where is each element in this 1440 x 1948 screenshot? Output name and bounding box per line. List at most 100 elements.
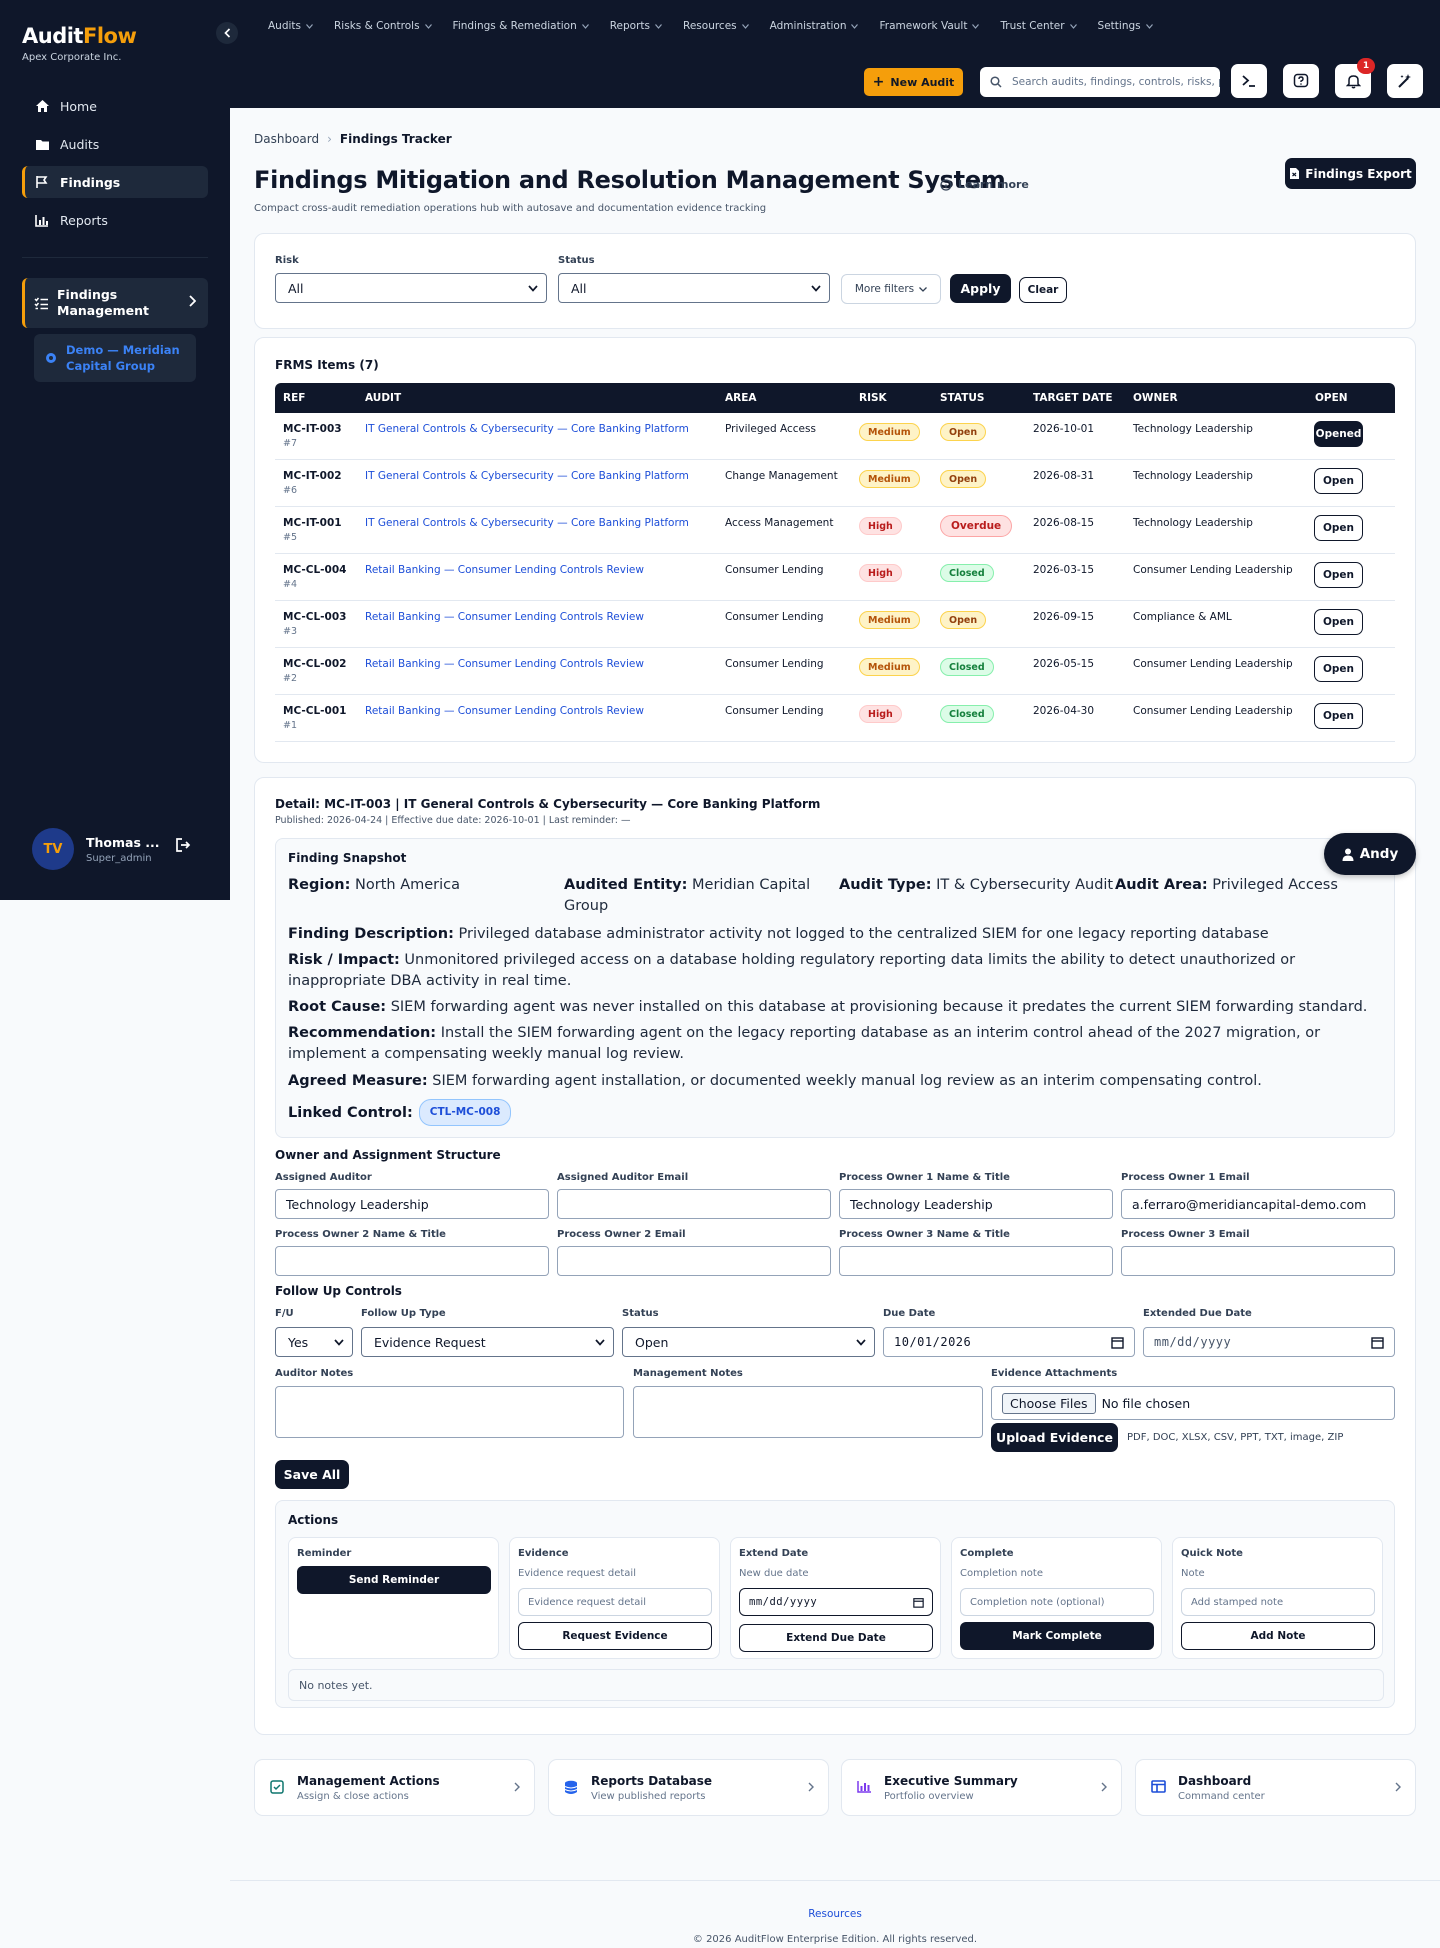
quicklink-management-actions[interactable]: Management Actions Assign & close action… bbox=[254, 1759, 535, 1816]
notifications-button[interactable]: 1 bbox=[1335, 58, 1375, 98]
assigned-auditor-email-field[interactable] bbox=[557, 1189, 831, 1219]
audit-link[interactable]: IT General Controls & Cybersecurity — Co… bbox=[365, 517, 689, 529]
table-row[interactable]: MC-IT-001 #5 IT General Controls & Cybers… bbox=[275, 507, 1395, 554]
sidebar-collapse-button[interactable] bbox=[216, 22, 238, 44]
extended-due-date-input[interactable]: mm/dd/yyyy bbox=[1143, 1327, 1395, 1357]
quicklink-executive-summary[interactable]: Executive Summary Portfolio overview bbox=[841, 1759, 1122, 1816]
apply-button[interactable]: Apply bbox=[950, 274, 1011, 303]
save-all-button[interactable]: Save All bbox=[275, 1460, 349, 1489]
sidebar-item-audits[interactable]: Audits bbox=[22, 128, 208, 160]
process-owner-3-email-field[interactable] bbox=[1121, 1246, 1395, 1276]
learn-more-link[interactable]: Learn more bbox=[940, 178, 1029, 191]
sidebar-item-findings[interactable]: Findings bbox=[22, 166, 208, 198]
process-owner-2-email-field[interactable] bbox=[557, 1246, 831, 1276]
open-row-button[interactable]: Open bbox=[1314, 609, 1363, 635]
audit-link[interactable]: IT General Controls & Cybersecurity — Co… bbox=[365, 423, 689, 435]
client-dot-icon bbox=[46, 353, 56, 363]
menu-risks-controls[interactable]: Risks & Controls bbox=[334, 20, 432, 32]
process-owner-2-name-field[interactable] bbox=[275, 1246, 549, 1276]
plus-icon: + bbox=[872, 74, 885, 90]
sidebar: AuditFlow Apex Corporate Inc. Home Audit… bbox=[0, 0, 230, 900]
open-row-button[interactable]: Open bbox=[1314, 468, 1363, 494]
menu-administration[interactable]: Administration bbox=[770, 20, 859, 32]
process-owner-1-name-field[interactable]: Technology Leadership bbox=[839, 1189, 1113, 1219]
magic-button[interactable] bbox=[1387, 64, 1423, 98]
search-input[interactable]: Search audits, findings, controls, risks… bbox=[980, 67, 1220, 97]
menu-trust-center[interactable]: Trust Center bbox=[1000, 20, 1077, 32]
open-row-button[interactable]: Open bbox=[1314, 656, 1363, 682]
audited-entity-field: Audited Entity: Meridian Capital Group bbox=[564, 877, 811, 914]
evidence-request-input[interactable]: Evidence request detail bbox=[518, 1588, 712, 1616]
page-subtitle: Compact cross-audit remediation operatio… bbox=[254, 203, 767, 214]
new-due-date-input[interactable]: mm/dd/yyyy bbox=[739, 1588, 933, 1616]
menu-findings-remediation[interactable]: Findings & Remediation bbox=[453, 20, 589, 32]
footer-resources-link[interactable]: Resources bbox=[0, 1908, 1440, 1920]
audit-link[interactable]: Retail Banking — Consumer Lending Contro… bbox=[365, 705, 644, 717]
chevron-right-icon bbox=[514, 1782, 520, 1792]
upload-evidence-button[interactable]: Upload Evidence bbox=[991, 1423, 1118, 1452]
open-row-button[interactable]: Open bbox=[1314, 562, 1363, 588]
risk-badge: Medium bbox=[859, 658, 920, 676]
choose-files-button[interactable]: Choose Files bbox=[1002, 1392, 1096, 1414]
audit-link[interactable]: Retail Banking — Consumer Lending Contro… bbox=[365, 658, 644, 670]
sidebar-item-home[interactable]: Home bbox=[22, 90, 208, 122]
control-tag[interactable]: CTL-MC-008 bbox=[418, 1099, 512, 1126]
process-owner-1-email-field[interactable]: a.ferraro@meridiancapital-demo.com bbox=[1121, 1189, 1395, 1219]
open-row-button[interactable]: Open bbox=[1314, 703, 1363, 729]
menu-settings[interactable]: Settings bbox=[1098, 20, 1153, 32]
completion-note-input[interactable]: Completion note (optional) bbox=[960, 1588, 1154, 1616]
due-date-input[interactable]: 10/01/2026 bbox=[883, 1327, 1135, 1357]
extend-due-date-button[interactable]: Extend Due Date bbox=[739, 1624, 933, 1652]
add-note-button[interactable]: Add Note bbox=[1181, 1622, 1375, 1650]
assigned-auditor-field[interactable]: Technology Leadership bbox=[275, 1189, 549, 1219]
terminal-button[interactable] bbox=[1231, 64, 1267, 98]
risk-filter-select[interactable]: All bbox=[275, 273, 547, 303]
findings-management-group[interactable]: Findings Management bbox=[22, 278, 208, 328]
quicklink-reports-database[interactable]: Reports Database View published reports bbox=[548, 1759, 829, 1816]
quick-note-input[interactable]: Add stamped note bbox=[1181, 1588, 1375, 1616]
followup-select[interactable]: Yes bbox=[275, 1327, 353, 1357]
menu-audits[interactable]: Audits bbox=[268, 20, 313, 32]
followup-type-select[interactable]: Evidence Request bbox=[361, 1327, 614, 1357]
breadcrumb-current: Findings Tracker bbox=[339, 132, 452, 146]
table-row[interactable]: MC-IT-003 #7 IT General Controls & Cybers… bbox=[275, 413, 1395, 460]
app-logo[interactable]: AuditFlow bbox=[22, 24, 137, 48]
assistant-button[interactable]: Andy bbox=[1324, 833, 1416, 875]
request-evidence-button[interactable]: Request Evidence bbox=[518, 1622, 712, 1650]
evidence-file-input[interactable]: Choose Files No file chosen bbox=[991, 1386, 1395, 1420]
followup-status-select[interactable]: Open bbox=[622, 1327, 875, 1357]
user-profile[interactable]: TV Thomas ... Super_admin bbox=[32, 828, 160, 870]
clear-button[interactable]: Clear bbox=[1019, 277, 1067, 303]
new-audit-button[interactable]: + New Audit bbox=[864, 68, 963, 96]
management-notes-textarea[interactable] bbox=[633, 1386, 983, 1438]
menu-resources[interactable]: Resources bbox=[683, 20, 749, 32]
process-owner-3-name-field[interactable] bbox=[839, 1246, 1113, 1276]
logout-icon[interactable] bbox=[176, 838, 191, 852]
sidebar-item-reports[interactable]: Reports bbox=[22, 204, 208, 236]
reminder-card: Reminder Send Reminder bbox=[288, 1537, 499, 1659]
chevron-down-icon bbox=[919, 286, 928, 292]
open-row-button[interactable]: Opened bbox=[1314, 421, 1363, 447]
findings-export-button[interactable]: Findings Export bbox=[1285, 158, 1416, 189]
breadcrumb-dashboard[interactable]: Dashboard bbox=[254, 132, 319, 146]
audit-link[interactable]: Retail Banking — Consumer Lending Contro… bbox=[365, 564, 644, 576]
status-filter-select[interactable]: All bbox=[558, 273, 830, 303]
table-row[interactable]: MC-CL-002 #2 Retail Banking — Consumer Le… bbox=[275, 648, 1395, 695]
menu-framework-vault[interactable]: Framework Vault bbox=[879, 20, 980, 32]
table-row[interactable]: MC-CL-001 #1 Retail Banking — Consumer Le… bbox=[275, 695, 1395, 742]
open-row-button[interactable]: Open bbox=[1314, 515, 1363, 541]
page-title: Findings Mitigation and Resolution Manag… bbox=[254, 166, 1006, 194]
mark-complete-button[interactable]: Mark Complete bbox=[960, 1622, 1154, 1650]
help-button[interactable] bbox=[1283, 64, 1319, 98]
audit-link[interactable]: Retail Banking — Consumer Lending Contro… bbox=[365, 611, 644, 623]
table-row[interactable]: MC-CL-004 #4 Retail Banking — Consumer Le… bbox=[275, 554, 1395, 601]
auditor-notes-textarea[interactable] bbox=[275, 1386, 624, 1438]
send-reminder-button[interactable]: Send Reminder bbox=[297, 1566, 491, 1594]
menu-reports[interactable]: Reports bbox=[610, 20, 662, 32]
quicklink-dashboard[interactable]: Dashboard Command center bbox=[1135, 1759, 1416, 1816]
more-filters-button[interactable]: More filters bbox=[841, 274, 941, 304]
audit-link[interactable]: IT General Controls & Cybersecurity — Co… bbox=[365, 470, 689, 482]
table-row[interactable]: MC-CL-003 #3 Retail Banking — Consumer Le… bbox=[275, 601, 1395, 648]
demo-client-selector[interactable]: Demo — Meridian Capital Group bbox=[34, 334, 196, 382]
table-row[interactable]: MC-IT-002 #6 IT General Controls & Cybers… bbox=[275, 460, 1395, 507]
